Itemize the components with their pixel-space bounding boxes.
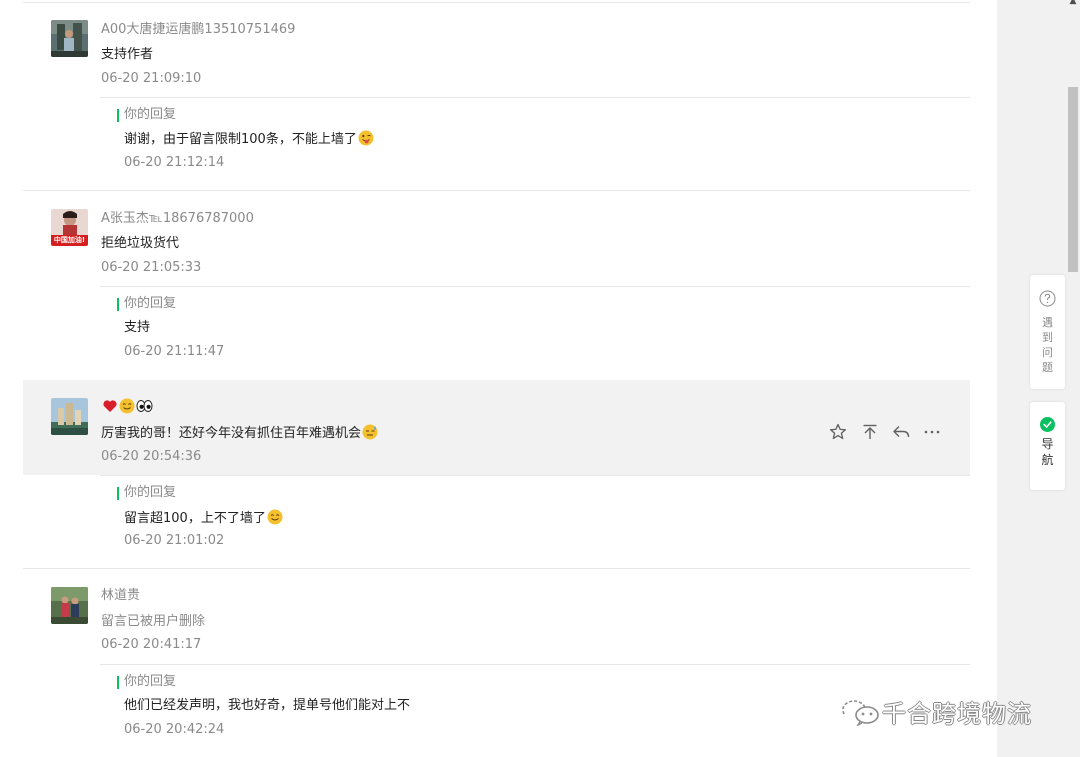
comment-text: 厉害我的哥！还好今年没有抓住百年难遇机会 <box>101 426 362 441</box>
comment-item: 中国加油! A张玉杰℡18676787000 拒绝垃圾货代 06-20 21:0… <box>23 191 970 286</box>
comment-management-page: ▲ A00大唐捷运唐鹏13510751469 支持作者 06-20 21:09:… <box>0 0 1080 757</box>
reply-icon[interactable] <box>891 422 911 442</box>
watermark-text: 千合跨境物流 <box>882 699 1032 728</box>
comment-nickname: A00大唐捷运唐鹏13510751469 <box>101 22 296 37</box>
smile-emoji-icon <box>119 398 135 420</box>
scrollbar-thumb[interactable] <box>1068 87 1078 272</box>
tongue-wink-emoji-icon <box>358 130 374 152</box>
avatar-caption: 中国加油! <box>53 236 86 244</box>
reply-time: 06-20 21:12:14 <box>124 155 225 170</box>
reply-label: 你的回复 <box>124 107 177 122</box>
avatar[interactable] <box>51 587 88 624</box>
avatar[interactable] <box>51 398 88 435</box>
navigation-button[interactable]: 导航 <box>1030 402 1065 490</box>
comment-time: 06-20 20:54:36 <box>101 449 202 464</box>
question-circle-icon <box>1039 290 1056 307</box>
nav-label-text: 导航 <box>1041 437 1054 467</box>
comment-time: 06-20 20:41:17 <box>101 637 202 652</box>
comment-item: A00大唐捷运唐鹏13510751469 支持作者 06-20 21:09:10 <box>23 3 970 98</box>
reply-text: 他们已经发声明，我也好奇，提单号他们能对上不 <box>124 698 411 713</box>
help-label: 遇到问题 <box>1030 315 1065 375</box>
comment-nickname: A张玉杰℡18676787000 <box>101 211 254 226</box>
reply-text: 留言超100，上不了墙了 <box>124 511 266 526</box>
reply-time: 06-20 21:01:02 <box>124 533 225 548</box>
pin-top-icon[interactable] <box>860 422 880 442</box>
reply-time: 06-20 21:11:47 <box>124 344 225 359</box>
comment-nickname: 林道贵 <box>101 588 141 603</box>
avatar[interactable]: 中国加油! <box>51 209 88 246</box>
wechat-logo-icon <box>840 696 882 727</box>
wechat-watermark: 千合跨境物流 <box>840 694 1032 728</box>
nav-label: 导航 <box>1030 436 1065 468</box>
reply-item <box>115 287 970 379</box>
comment-time: 06-20 21:05:33 <box>101 260 202 275</box>
scroll-up-arrow-icon[interactable]: ▲ <box>1069 0 1077 6</box>
more-icon[interactable] <box>922 422 942 442</box>
red-heart-emoji-icon <box>102 398 118 420</box>
comment-text: 留言已被用户删除 <box>101 614 206 629</box>
reply-accent-bar <box>117 109 119 122</box>
reply-label: 你的回复 <box>124 674 177 689</box>
reply-accent-bar <box>117 676 119 689</box>
help-label-text: 遇到问题 <box>1042 316 1053 374</box>
smile-emoji-icon <box>267 509 283 531</box>
reply-time: 06-20 20:42:24 <box>124 722 225 737</box>
reply-label: 你的回复 <box>124 296 177 311</box>
comment-text: 拒绝垃圾货代 <box>101 236 180 251</box>
comment-text: 支持作者 <box>101 47 154 62</box>
reply-text-line: 谢谢，由于留言限制100条，不能上墙了 <box>124 130 374 152</box>
reply-text-line: 留言超100，上不了墙了 <box>124 509 283 531</box>
reply-accent-bar <box>117 487 119 500</box>
help-button[interactable]: 遇到问题 <box>1030 275 1065 389</box>
reply-text: 支持 <box>124 320 151 335</box>
avatar[interactable] <box>51 20 88 57</box>
navigation-check-icon <box>1040 417 1055 432</box>
sweat-emoji-icon <box>362 424 378 446</box>
comment-time: 06-20 21:09:10 <box>101 71 202 86</box>
reply-label: 你的回复 <box>124 485 177 500</box>
comment-text-line: 厉害我的哥！还好今年没有抓住百年难遇机会 <box>101 424 378 446</box>
reply-accent-bar <box>117 298 119 311</box>
reply-text: 谢谢，由于留言限制100条，不能上墙了 <box>124 132 357 147</box>
star-icon[interactable] <box>828 422 848 442</box>
comment-nickname-emojis <box>101 398 153 416</box>
eyes-emoji-icon <box>136 398 153 420</box>
comment-item: 林道贵 留言已被用户删除 06-20 20:41:17 <box>23 569 970 664</box>
